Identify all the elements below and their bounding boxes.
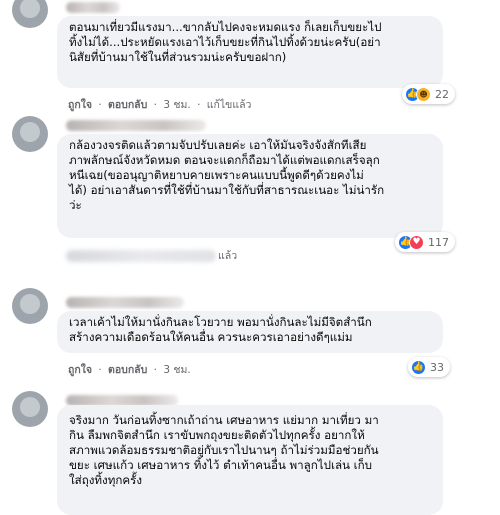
avatar[interactable]	[12, 0, 48, 28]
avatar[interactable]	[12, 391, 48, 427]
haha-icon: ☻	[416, 86, 431, 102]
comment-text-line: เวลาเค้าไม่ให้มานั่งกินละโวยวาย พอมานั่ง…	[69, 315, 372, 329]
love-icon: ♥	[409, 234, 424, 250]
comment-bubble: จริงมาก วันก่อนทิ้งซากเถ้าถ่าน เศษอาหาร …	[57, 405, 443, 515]
like-button[interactable]: ถูกใจ	[68, 364, 92, 376]
comment-actions: ถูกใจ · ตอบกลับ · 3 ชม. · แก้ไขแล้ว	[68, 99, 252, 111]
avatar[interactable]	[12, 288, 48, 324]
comment-bubble: เวลาเค้าไม่ให้มานั่งกินละโวยวาย พอมานั่ง…	[57, 311, 443, 353]
comment-text-line: นิสัยที่บ้านมาใช้ในที่ส่วนรวมน่ะครับขอฝา…	[69, 50, 287, 64]
comment-text-line: ใส่ถุงทิ้งทุกครั้ง	[69, 473, 143, 487]
comment-text-line: ว่ะ	[69, 198, 82, 212]
comment-bubble: กล้องวงจรติดแล้วตามจับปรับเลยค่ะ เอาให้ม…	[57, 134, 443, 238]
comment-time[interactable]: 3 ชม.	[163, 364, 190, 376]
comment-actions: แล้ว	[218, 247, 237, 264]
edited-label[interactable]: แก้ไขแล้ว	[207, 99, 252, 111]
comment-text-line: กล้องวงจรติดแล้วตามจับปรับเลยค่ะ เอาให้ม…	[69, 138, 367, 152]
commenter-name-blurred[interactable]	[66, 120, 206, 131]
comment-text-line: หนีเฉย(ขออนุญาติหยาบคายเพราะคนแบบนี้พูดด…	[69, 168, 364, 182]
commenter-name-blurred[interactable]	[66, 297, 184, 308]
edited-label-partial[interactable]: แล้ว	[218, 250, 237, 262]
comment-text-line: ตอนมาเที่ยวมีแรงมา...ขากลับไปคงจะหมดแรง …	[69, 20, 382, 34]
reaction-summary[interactable]: 👍 ☻ 22	[402, 84, 455, 104]
reaction-count: 117	[428, 235, 449, 249]
like-button[interactable]: ถูกใจ	[68, 99, 92, 111]
comment-text-line: จริงมาก วันก่อนทิ้งซากเถ้าถ่าน เศษอาหาร …	[69, 413, 379, 427]
reaction-count: 33	[430, 360, 444, 374]
avatar[interactable]	[12, 116, 48, 152]
reaction-count: 22	[435, 87, 449, 101]
comment-text-line: กิน ลืมพกจิตสำนึก เราขับพกถุงขยะติดตัวไป…	[69, 428, 365, 442]
comment-text-line: ขยะ เศษแก้ว เศษอาหาร ทิ้งไว้ ตำเท้าคนอื่…	[69, 458, 373, 472]
reply-button[interactable]: ตอบกลับ	[108, 99, 147, 111]
comment-bubble: ตอนมาเที่ยวมีแรงมา...ขากลับไปคงจะหมดแรง …	[57, 16, 443, 88]
reply-button[interactable]: ตอบกลับ	[108, 364, 147, 376]
like-icon: 👍	[411, 359, 426, 375]
comment-text-line: ได้) อย่าเอาสันดารที่ใช้ที่บ้านมาใช้กับท…	[69, 183, 385, 197]
comment-time[interactable]: 3 ชม.	[163, 99, 190, 111]
comment-text-line: สร้างความเดือดร้อนให้คนอื่น ควรนะควรเอาอ…	[69, 330, 353, 344]
comment-text-line: สภาพแวดล้อมธรรมชาติอยู่กับเราไปนานๆ ถ้าไ…	[69, 443, 379, 457]
blurred-actions-row	[66, 250, 216, 262]
commenter-name-blurred[interactable]	[66, 2, 120, 13]
comment-text-line: ภาพลักษณ์จังหวัดหมด ตอนจะแดกก็ถือมาได้แต…	[69, 153, 380, 167]
comment-text-line: ทิ้งไม่ได้...ประหยัดแรงเอาไว้เก็บขยะที่ก…	[69, 35, 381, 49]
reaction-summary[interactable]: 👍 33	[408, 357, 450, 377]
reaction-summary[interactable]: 👍 ♥ 117	[395, 232, 455, 252]
comment-actions: ถูกใจ · ตอบกลับ · 3 ชม.	[68, 364, 191, 376]
